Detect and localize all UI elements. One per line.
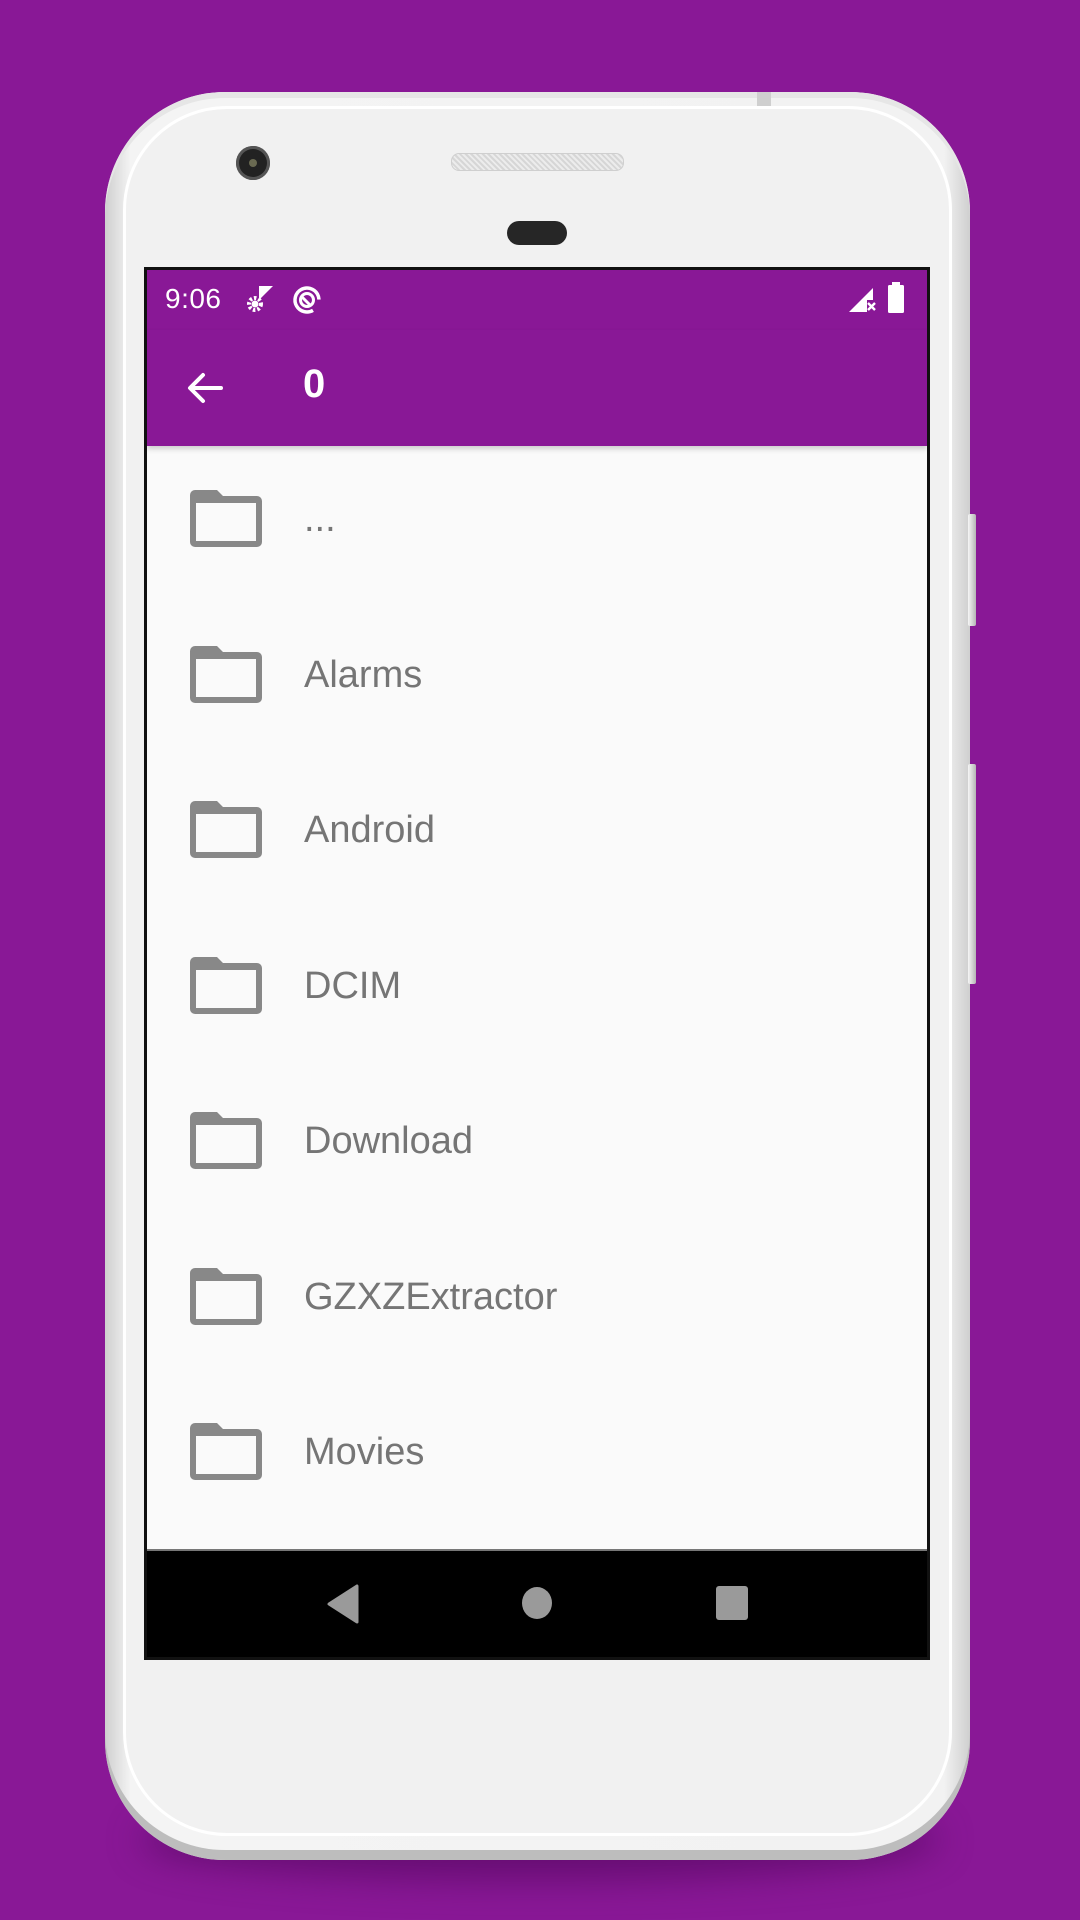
folder-icon	[190, 801, 262, 858]
nav-recents-button[interactable]	[715, 1585, 749, 1626]
list-item[interactable]: GZXZExtractor	[147, 1224, 927, 1380]
folder-icon	[190, 1423, 262, 1480]
folder-icon	[190, 490, 262, 547]
toolbar-title: 0	[303, 362, 326, 406]
system-nav-bar	[147, 1549, 927, 1657]
back-triangle-icon	[327, 1584, 359, 1624]
no-signal-icon	[847, 286, 877, 319]
file-name: DCIM	[304, 964, 402, 1007]
data-saver-icon	[291, 284, 323, 321]
folder-icon	[190, 1112, 262, 1169]
back-button[interactable]	[183, 366, 227, 410]
recents-square-icon	[716, 1586, 748, 1620]
power-button	[968, 514, 976, 626]
file-name: Movies	[304, 1431, 425, 1473]
earpiece-speaker	[451, 153, 624, 171]
volume-button	[968, 764, 976, 984]
file-name: Android	[304, 809, 435, 851]
file-list: ... Alarms Android DCIM Download GZXZExt…	[147, 446, 927, 1535]
file-name: ...	[304, 498, 336, 540]
folder-icon	[190, 956, 262, 1014]
list-item[interactable]: Download	[147, 1068, 927, 1224]
front-camera	[236, 146, 270, 180]
device-screen: 9:06 0 ... Alarms Android DCIM Download …	[144, 267, 930, 1660]
battery-full-icon	[887, 282, 905, 319]
nav-home-button[interactable]	[521, 1585, 553, 1626]
folder-icon	[190, 1267, 262, 1325]
nav-back-button[interactable]	[325, 1584, 361, 1629]
list-item[interactable]: ...	[147, 446, 927, 602]
proximity-sensor	[507, 221, 567, 245]
phone-top-seam	[757, 92, 771, 106]
file-name: Download	[304, 1120, 473, 1162]
list-item[interactable]: Movies	[147, 1379, 927, 1535]
settings-sync-icon	[245, 284, 275, 319]
arrow-back-icon	[188, 373, 223, 403]
file-name: GZXZExtractor	[304, 1275, 558, 1318]
list-item[interactable]: DCIM	[147, 913, 927, 1069]
list-item[interactable]: Alarms	[147, 602, 927, 758]
folder-icon	[190, 645, 262, 703]
status-time: 9:06	[165, 283, 222, 314]
home-circle-icon	[522, 1587, 552, 1619]
app-toolbar: 0	[147, 330, 927, 446]
list-item[interactable]: Android	[147, 757, 927, 913]
status-bar: 9:06	[147, 270, 927, 330]
file-name: Alarms	[304, 653, 423, 696]
